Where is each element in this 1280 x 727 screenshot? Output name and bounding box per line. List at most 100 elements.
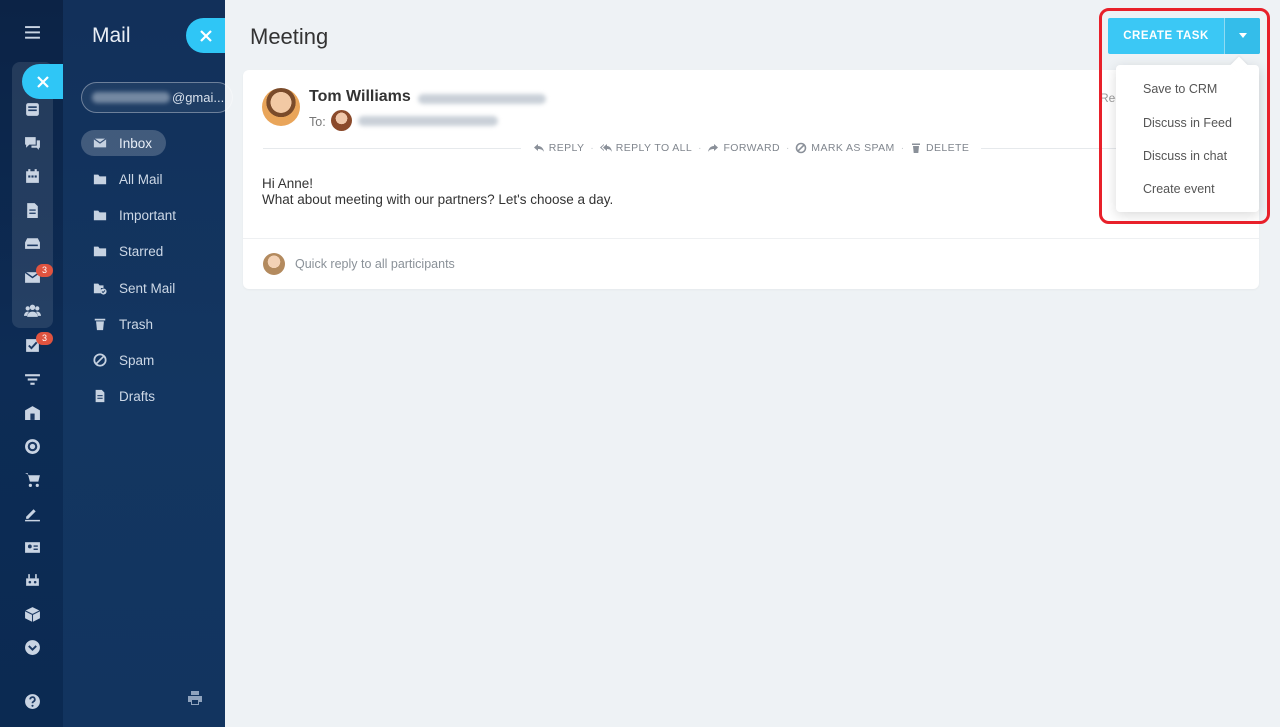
trash-icon bbox=[94, 318, 106, 331]
forward-label: FORWARD bbox=[723, 142, 780, 154]
close-icon bbox=[199, 29, 212, 42]
body-line: Hi Anne! bbox=[262, 176, 314, 191]
folder-trash[interactable]: Trash bbox=[81, 311, 167, 337]
sender-name[interactable]: Tom Williams bbox=[309, 88, 411, 106]
folder-icon bbox=[93, 246, 107, 257]
rail-feed-button[interactable] bbox=[16, 94, 48, 124]
create-task-dropdown-toggle[interactable] bbox=[1224, 18, 1260, 54]
caret-down-icon bbox=[1238, 33, 1247, 38]
reply-button[interactable]: REPLY bbox=[527, 142, 591, 154]
folder-starred[interactable]: Starred bbox=[81, 238, 177, 264]
sidebar-title: Mail bbox=[92, 24, 131, 47]
print-button[interactable] bbox=[187, 690, 205, 708]
block-icon bbox=[93, 353, 107, 367]
create-task-split-button: CREATE TASK bbox=[1108, 18, 1260, 54]
menu-item-create-event[interactable]: Create event bbox=[1143, 182, 1215, 196]
folder-label: Trash bbox=[119, 316, 154, 332]
create-task-menu: Save to CRM Discuss in Feed Discuss in c… bbox=[1116, 65, 1259, 212]
reply-label: REPLY bbox=[548, 142, 585, 154]
mark-as-spam-label: MARK AS SPAM bbox=[811, 142, 895, 154]
delete-label: DELETE bbox=[926, 142, 970, 154]
document-icon bbox=[26, 202, 38, 218]
quick-reply-bar[interactable]: Quick reply to all participants bbox=[243, 238, 1259, 289]
folder-label: All Mail bbox=[119, 171, 163, 187]
reply-all-icon bbox=[599, 144, 612, 152]
divider bbox=[263, 147, 521, 149]
rail-groups-button[interactable] bbox=[16, 295, 48, 325]
rail-company-button[interactable] bbox=[16, 397, 48, 427]
message-card: Tom Williams To: Rec REPLY · REPLY TO AL… bbox=[243, 70, 1259, 289]
sender-avatar bbox=[262, 88, 300, 126]
target-icon bbox=[24, 438, 40, 454]
document-icon bbox=[95, 389, 105, 403]
rail-contacts-button[interactable] bbox=[16, 532, 48, 562]
forward-icon bbox=[708, 144, 719, 152]
user-avatar bbox=[263, 253, 285, 275]
account-email-redacted bbox=[92, 92, 170, 103]
chevron-down-icon bbox=[24, 639, 40, 655]
mark-as-spam-button[interactable]: MARK AS SPAM bbox=[789, 142, 900, 154]
app-rail: 3 3 bbox=[0, 0, 63, 727]
chat-icon bbox=[24, 136, 40, 150]
folder-drafts[interactable]: Drafts bbox=[81, 383, 169, 409]
action-group: REPLY · REPLY TO ALL · FORWARD · MARK AS… bbox=[521, 142, 982, 154]
sent-mail-icon bbox=[93, 283, 107, 295]
rail-calendar-button[interactable] bbox=[16, 161, 48, 191]
page-title: Meeting bbox=[250, 24, 329, 49]
folder-inbox[interactable]: Inbox bbox=[81, 130, 167, 156]
folder-sent-mail[interactable]: Sent Mail bbox=[81, 275, 189, 301]
rail-drive-button[interactable] bbox=[16, 228, 48, 258]
cart-icon bbox=[24, 472, 40, 487]
rail-robot-button[interactable] bbox=[16, 565, 48, 595]
robot-icon bbox=[25, 573, 39, 586]
mail-badge: 3 bbox=[36, 264, 53, 277]
account-selector[interactable]: @gmai... bbox=[81, 82, 233, 113]
rail-more-button[interactable] bbox=[16, 632, 48, 662]
folder-all-mail[interactable]: All Mail bbox=[81, 166, 177, 192]
folder-label: Starred bbox=[119, 243, 164, 259]
folder-label: Inbox bbox=[119, 135, 153, 151]
rail-help-button[interactable] bbox=[16, 686, 48, 716]
rail-sign-button[interactable] bbox=[16, 498, 48, 528]
trash-icon bbox=[912, 143, 921, 153]
rail-funnel-button[interactable] bbox=[16, 364, 48, 394]
recipient-avatar bbox=[331, 110, 352, 131]
delete-button[interactable]: DELETE bbox=[904, 142, 975, 154]
contact-card-icon bbox=[24, 541, 40, 553]
rail-market-button[interactable] bbox=[16, 599, 48, 629]
tasks-badge: 3 bbox=[36, 332, 53, 345]
rail-target-button[interactable] bbox=[16, 431, 48, 461]
feed-icon bbox=[25, 102, 39, 116]
box-icon bbox=[24, 606, 40, 622]
signature-icon bbox=[24, 508, 40, 521]
folder-important[interactable]: Important bbox=[81, 202, 190, 228]
folder-label: Spam bbox=[119, 352, 155, 368]
folder-label: Drafts bbox=[119, 388, 156, 404]
folder-label: Sent Mail bbox=[119, 280, 176, 296]
help-icon bbox=[24, 693, 40, 709]
reply-all-button[interactable]: REPLY TO ALL bbox=[594, 142, 698, 154]
reply-icon bbox=[533, 144, 544, 152]
message-actions: REPLY · REPLY TO ALL · FORWARD · MARK AS… bbox=[263, 138, 1240, 158]
create-task-button[interactable]: CREATE TASK bbox=[1108, 18, 1224, 54]
rail-chat-button[interactable] bbox=[16, 128, 48, 158]
menu-item-save-to-crm[interactable]: Save to CRM bbox=[1143, 82, 1217, 96]
menu-item-discuss-in-feed[interactable]: Discuss in Feed bbox=[1143, 116, 1232, 130]
printer-icon bbox=[188, 691, 202, 705]
folder-spam[interactable]: Spam bbox=[81, 347, 168, 373]
body-line: What about meeting with our partners? Le… bbox=[262, 192, 614, 207]
account-email-domain: @gmai... bbox=[172, 90, 225, 105]
forward-button[interactable]: FORWARD bbox=[701, 142, 785, 154]
funnel-icon bbox=[24, 373, 40, 385]
message-body: Hi Anne! What about meeting with our par… bbox=[262, 176, 613, 208]
folder-icon bbox=[93, 210, 107, 221]
menu-icon[interactable] bbox=[16, 17, 48, 47]
quick-reply-placeholder: Quick reply to all participants bbox=[295, 257, 455, 271]
calendar-icon bbox=[25, 168, 39, 183]
sender-email-redacted bbox=[418, 94, 546, 104]
close-mail-button[interactable] bbox=[186, 18, 225, 53]
rail-docs-button[interactable] bbox=[16, 195, 48, 225]
close-icon bbox=[36, 75, 49, 88]
menu-item-discuss-in-chat[interactable]: Discuss in chat bbox=[1143, 149, 1227, 163]
rail-shop-button[interactable] bbox=[16, 464, 48, 494]
